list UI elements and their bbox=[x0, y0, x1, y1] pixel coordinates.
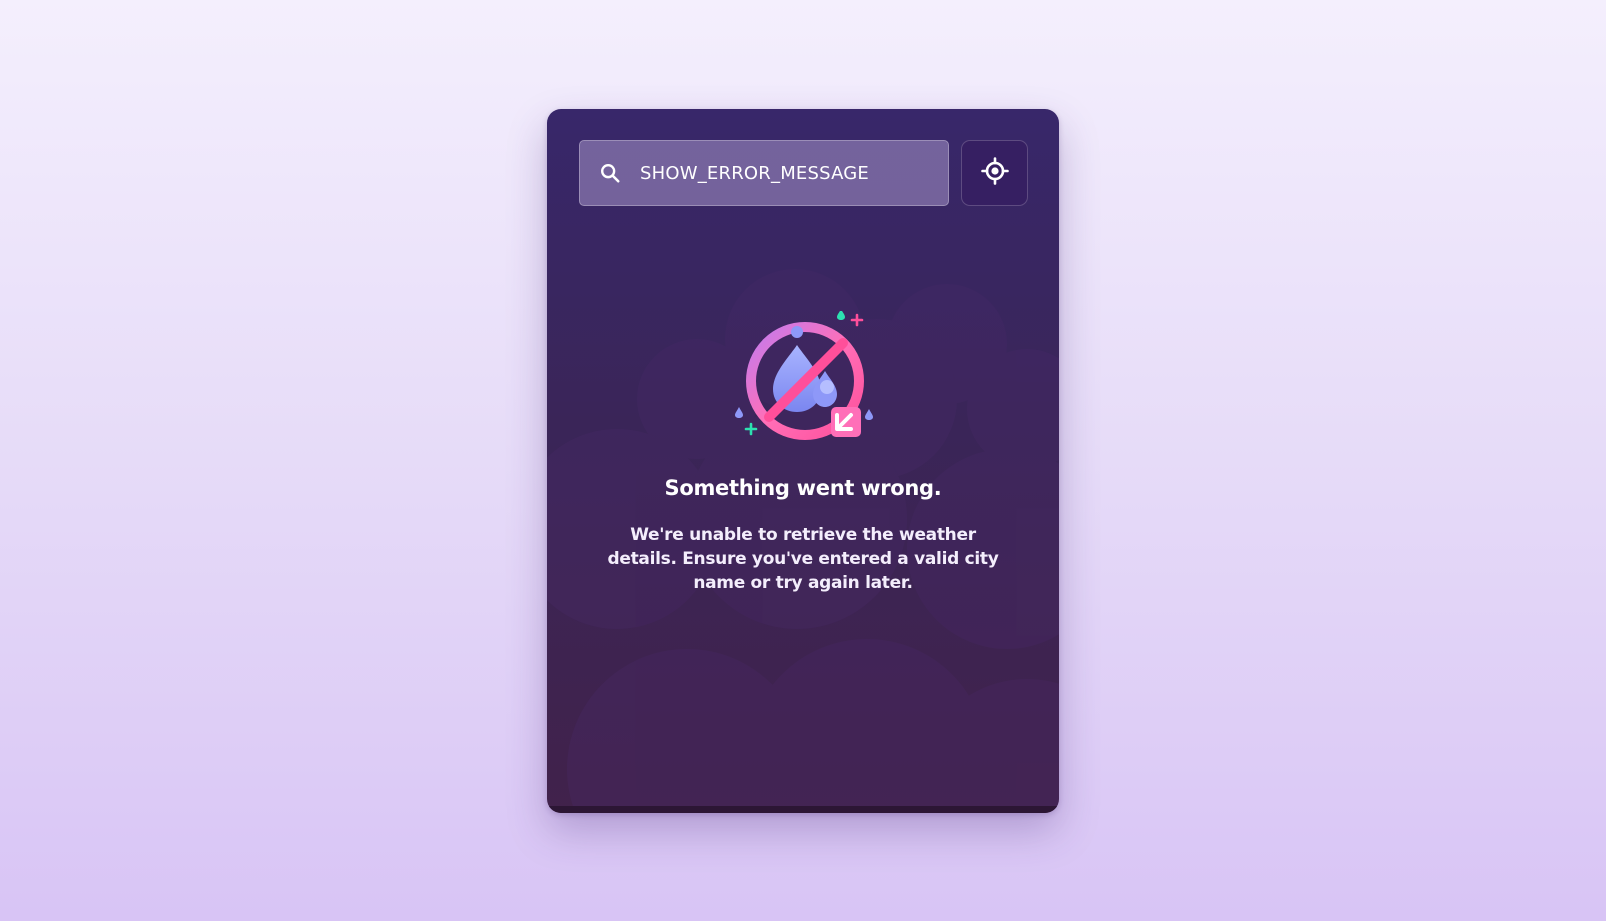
error-title: Something went wrong. bbox=[664, 476, 942, 500]
background-clouds bbox=[547, 269, 1059, 813]
error-message: We're unable to retrieve the weather det… bbox=[607, 525, 999, 593]
search-box bbox=[579, 140, 949, 206]
no-water-drop-icon bbox=[735, 311, 873, 440]
weather-card: Something went wrong. We're unable to re… bbox=[547, 109, 1059, 813]
location-crosshair-icon bbox=[980, 157, 1009, 189]
current-location-button[interactable] bbox=[961, 140, 1028, 206]
city-search-input[interactable] bbox=[640, 153, 936, 193]
card-bottom-edge bbox=[547, 806, 1059, 813]
search-icon[interactable] bbox=[598, 161, 622, 185]
